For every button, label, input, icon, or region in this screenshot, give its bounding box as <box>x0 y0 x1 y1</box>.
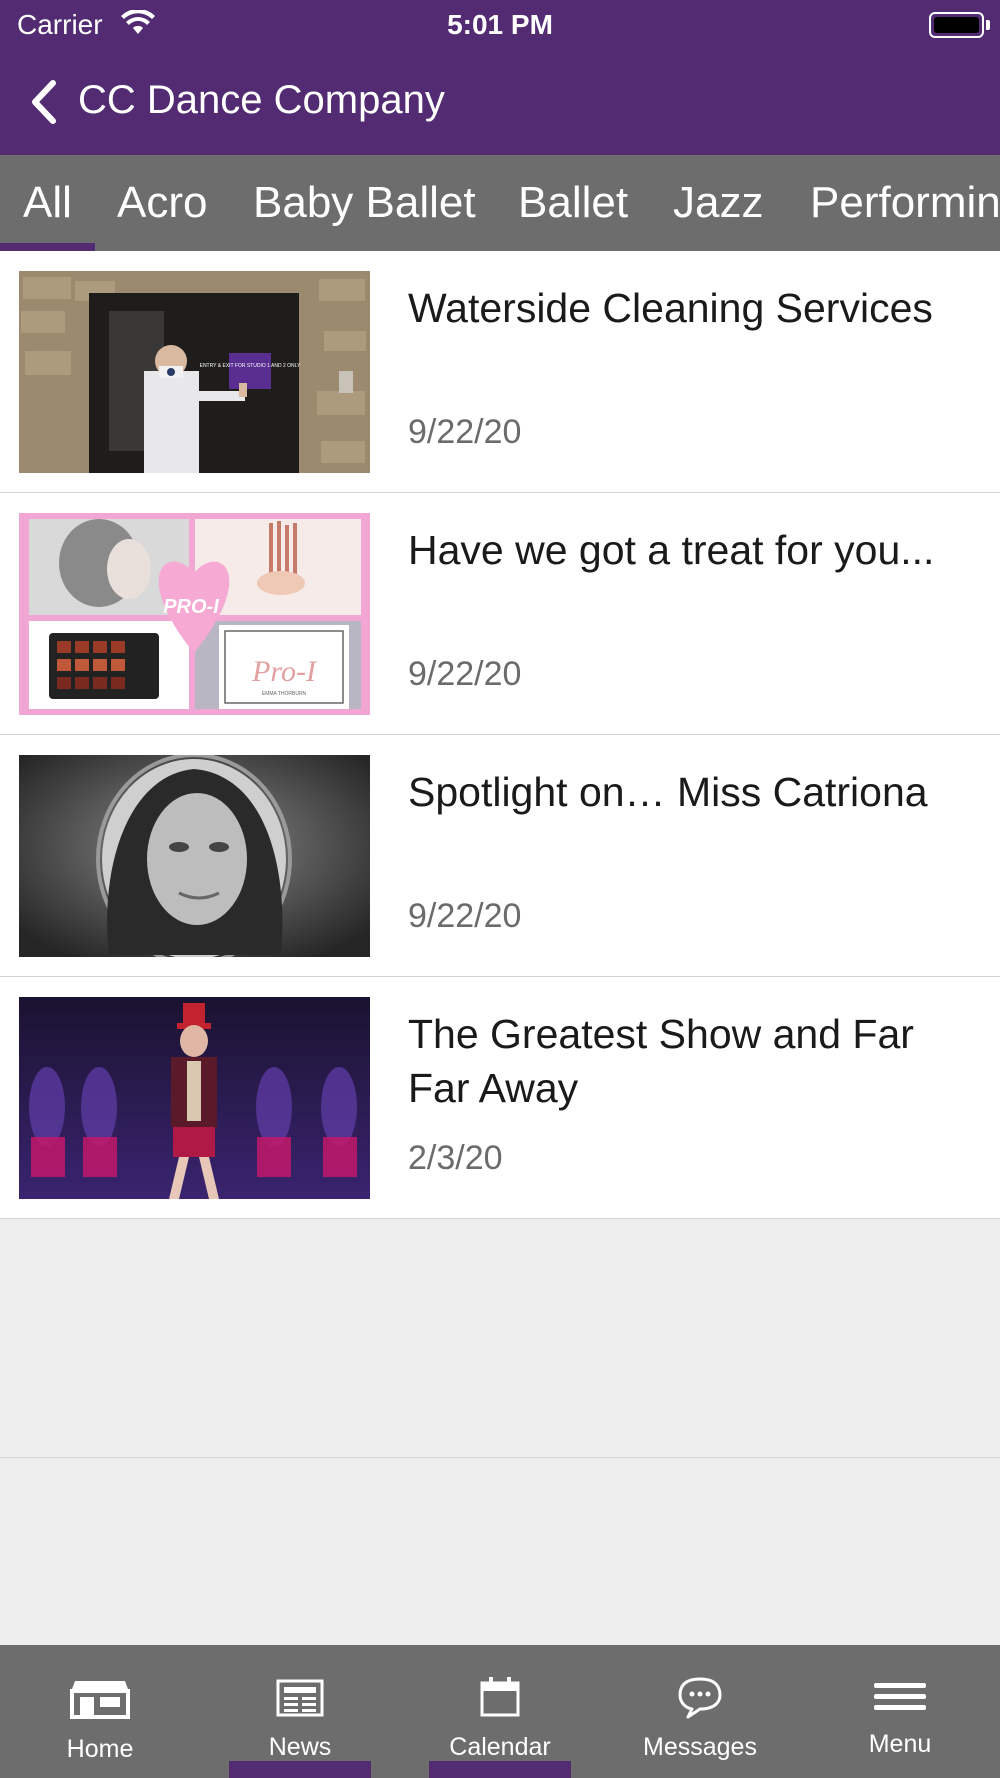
news-item[interactable]: Spotlight on… Miss Catriona 9/22/20 <box>0 735 1000 977</box>
bottom-tab-bar: Home News Calendar Messages Menu <box>0 1645 1000 1778</box>
news-title: Have we got a treat for you... <box>408 527 935 573</box>
storefront-icon <box>70 1681 130 1719</box>
pro-i-logo-text: Pro-I <box>251 655 318 688</box>
tab-all[interactable]: All <box>0 155 95 251</box>
status-time: 5:01 PM <box>447 9 553 40</box>
news-title: The Greatest Show and Far Far Away <box>408 1011 914 1111</box>
tab-acro[interactable]: Acro <box>94 155 230 251</box>
tab-jazz[interactable]: Jazz <box>650 155 786 251</box>
news-thumbnail: ENTRY & EXIT FOR STUDIO 1 AND 2 ONLY <box>19 271 370 473</box>
nav-bar: CC Dance Company <box>0 50 1000 155</box>
newspaper-icon <box>276 1679 324 1717</box>
news-date: 2/3/20 <box>408 1139 503 1177</box>
bottom-tab-label: Menu <box>868 1730 932 1758</box>
list-divider <box>0 1457 1000 1458</box>
page-title: CC Dance Company <box>78 78 445 122</box>
news-item[interactable]: ENTRY & EXIT FOR STUDIO 1 AND 2 ONLY Wat… <box>0 251 1000 493</box>
tab-performing[interactable]: Performin <box>787 155 1000 251</box>
news-thumbnail <box>19 997 370 1199</box>
calendar-icon <box>480 1677 520 1717</box>
bottom-tab-indicator <box>429 1761 571 1778</box>
news-title: Waterside Cleaning Services <box>408 285 933 331</box>
category-tabs: All Acro Baby Ballet Ballet Jazz Perform… <box>0 155 1000 251</box>
battery-icon <box>929 12 984 38</box>
news-date: 9/22/20 <box>408 897 522 935</box>
door-sign-text: ENTRY & EXIT FOR STUDIO 1 AND 2 ONLY <box>200 363 301 369</box>
news-thumbnail <box>19 755 370 957</box>
bottom-tab-label: Home <box>66 1735 134 1763</box>
news-item[interactable]: Pro-I EMMA THORBURN PRO-I Have we got a … <box>0 493 1000 735</box>
bottom-tab-news[interactable]: News <box>200 1645 400 1778</box>
news-thumbnail: Pro-I EMMA THORBURN PRO-I <box>19 513 370 715</box>
news-title: Spotlight on… Miss Catriona <box>408 769 928 815</box>
bottom-tab-menu[interactable]: Menu <box>800 1645 1000 1778</box>
chat-bubble-icon <box>678 1677 722 1719</box>
bottom-tab-label: Calendar <box>449 1733 551 1761</box>
news-item[interactable]: The Greatest Show and Far Far Away 2/3/2… <box>0 977 1000 1219</box>
pro-i-brand-text: EMMA THORBURN <box>262 691 307 697</box>
hamburger-menu-icon <box>874 1683 926 1710</box>
bottom-tab-label: News <box>268 1733 332 1761</box>
news-date: 9/22/20 <box>408 655 522 693</box>
tab-baby-ballet[interactable]: Baby Ballet <box>230 155 499 251</box>
news-list: ENTRY & EXIT FOR STUDIO 1 AND 2 ONLY Wat… <box>0 251 1000 1219</box>
chevron-left-icon[interactable] <box>26 79 66 125</box>
app-header: Carrier 5:01 PM CC Dance Company <box>0 0 1000 155</box>
bottom-tab-label: Messages <box>643 1733 757 1761</box>
pro-i-badge-text: PRO-I <box>163 596 219 618</box>
status-bar: Carrier 5:01 PM <box>0 0 1000 50</box>
bottom-tab-messages[interactable]: Messages <box>600 1645 800 1778</box>
bottom-tab-indicator <box>229 1761 371 1778</box>
bottom-tab-home[interactable]: Home <box>0 1645 200 1778</box>
news-date: 9/22/20 <box>408 413 522 451</box>
bottom-tab-calendar[interactable]: Calendar <box>400 1645 600 1778</box>
battery-tip <box>986 20 990 30</box>
tab-ballet[interactable]: Ballet <box>495 155 651 251</box>
